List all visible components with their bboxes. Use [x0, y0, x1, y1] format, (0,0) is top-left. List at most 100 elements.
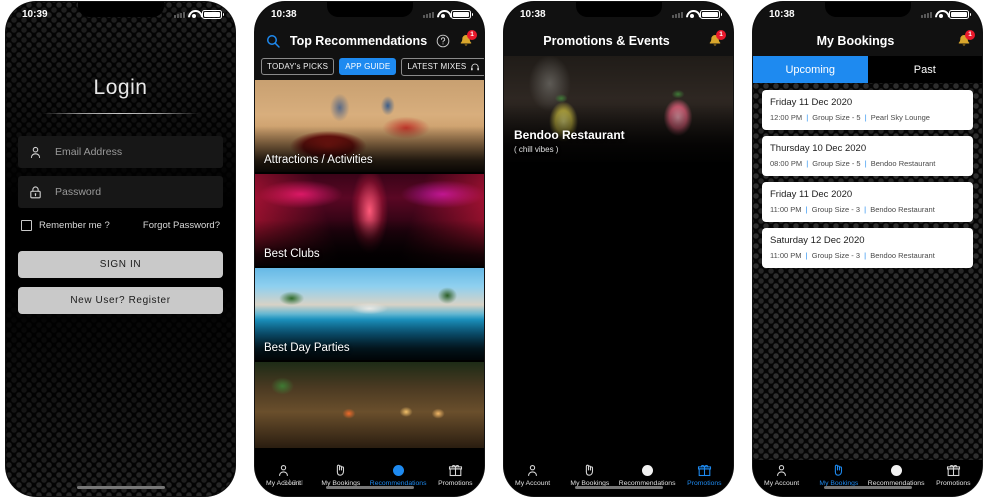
signal-icon	[423, 11, 434, 18]
tab-promotions[interactable]: Promotions	[676, 463, 732, 487]
booking-time: 11:00 PM	[770, 205, 802, 214]
title-divider	[42, 113, 199, 114]
page-title: Promotions & Events	[543, 34, 670, 48]
status-time: 10:38	[520, 8, 546, 20]
booking-card[interactable]: Saturday 12 Dec 2020 11:00 PM | Group Si…	[762, 228, 973, 268]
sign-in-button[interactable]: SIGN IN	[18, 251, 223, 278]
bookings-area: Friday 11 Dec 2020 12:00 PM | Group Size…	[753, 83, 982, 460]
battery-icon	[700, 9, 722, 19]
status-icons	[921, 9, 971, 19]
person-icon	[275, 463, 292, 478]
tab-my-account[interactable]: My Account	[505, 463, 561, 487]
tab-my-bookings[interactable]: My Bookings	[562, 463, 618, 487]
booking-group: Group Size - 3	[811, 251, 861, 260]
email-placeholder: Email Address	[55, 146, 123, 158]
booking-date: Friday 11 Dec 2020	[770, 97, 853, 108]
booking-venue: Bendoo Restaurant	[870, 251, 935, 260]
circle-dot-icon	[390, 463, 407, 478]
tab-my-bookings[interactable]: My Bookings	[811, 463, 867, 487]
notification-bell[interactable]: 1	[707, 30, 726, 49]
search-icon[interactable]	[265, 33, 281, 49]
password-field[interactable]: Password	[18, 176, 223, 208]
booking-card[interactable]: Friday 11 Dec 2020 11:00 PM | Group Size…	[762, 182, 973, 222]
booking-hand-icon	[332, 463, 349, 478]
tab-promotions[interactable]: Promotions	[427, 463, 483, 487]
remember-row: Remember me ? Forgot Password?	[18, 220, 223, 231]
page-title: Top Recommendations	[289, 34, 428, 48]
notification-badge: 1	[716, 30, 726, 40]
chip-app-guide[interactable]: APP GUIDE	[339, 58, 397, 75]
register-button[interactable]: New User? Register	[18, 287, 223, 314]
phone-login: 10:39 Login Email Address Password Remem…	[6, 2, 235, 496]
phone-promotions: 10:38 Promotions & Events 1 Bendoo Resta…	[504, 2, 733, 496]
separator: |	[864, 205, 867, 214]
chip-todays-picks[interactable]: TODAY's PICKS	[261, 58, 335, 75]
booking-meta: 11:00 PM | Group Size - 3 | Bendoo Resta…	[770, 205, 965, 214]
status-time: 10:38	[271, 8, 297, 20]
lock-icon	[28, 185, 43, 200]
checkbox-box	[21, 220, 32, 231]
booking-venue: Bendoo Restaurant	[870, 159, 936, 168]
filter-chips: TODAY's PICKS APP GUIDE LATEST MIXES	[255, 56, 484, 80]
tab-bar: My Account My Bookings Recommendations P…	[504, 460, 733, 496]
hero-subtitle: ( chill vibes )	[514, 145, 559, 154]
booking-card[interactable]: Thursday 10 Dec 2020 08:00 PM | Group Si…	[762, 136, 973, 176]
notch	[326, 2, 413, 17]
tab-recommendations[interactable]: Recommendations	[619, 463, 675, 487]
notch	[824, 2, 911, 17]
separator: |	[805, 251, 808, 260]
chip-latest-mixes[interactable]: LATEST MIXES	[401, 57, 484, 76]
tab-my-bookings[interactable]: My Bookings	[313, 463, 369, 487]
help-circle-icon[interactable]	[436, 34, 450, 48]
card-label: Best Day Parties	[264, 342, 350, 354]
booking-card[interactable]: Friday 11 Dec 2020 12:00 PM | Group Size…	[762, 90, 973, 130]
tab-promotions[interactable]: Promotions	[925, 463, 981, 487]
tab-recommendations[interactable]: Recommendations	[868, 463, 924, 487]
forgot-password-link[interactable]: Forgot Password?	[143, 220, 220, 231]
separator: |	[806, 113, 809, 122]
booking-meta: 12:00 PM | Group Size - 5 | Pearl Sky Lo…	[770, 113, 965, 122]
card-label: Best Clubs	[264, 248, 320, 260]
booking-hand-icon	[581, 463, 598, 478]
gift-icon	[696, 463, 713, 478]
tab-label: My Account	[764, 480, 800, 487]
notification-bell[interactable]: 1	[956, 30, 975, 49]
remember-me-checkbox[interactable]: Remember me ?	[21, 220, 110, 231]
wifi-icon	[188, 10, 199, 18]
notification-bell[interactable]: 1	[458, 30, 477, 49]
app-bar: Promotions & Events 1	[504, 26, 733, 56]
recommendation-card-list[interactable]: Attractions / Activities Best Clubs Best…	[255, 80, 484, 460]
booking-group: Group Size - 5	[812, 113, 861, 122]
hero-title: Bendoo Restaurant	[514, 128, 625, 142]
bookings-screen: 10:38 My Bookings 1 Upcoming Past Friday…	[753, 2, 982, 496]
booking-meta: 08:00 PM | Group Size - 5 | Bendoo Resta…	[770, 159, 965, 168]
email-field[interactable]: Email Address	[18, 136, 223, 168]
status-icons	[672, 9, 722, 19]
booking-date: Saturday 12 Dec 2020	[770, 235, 865, 246]
gift-icon	[945, 463, 962, 478]
separator: |	[864, 113, 867, 122]
booking-group: Group Size - 5	[812, 159, 861, 168]
segment-past[interactable]: Past	[867, 56, 982, 83]
promotion-hero-card[interactable]: Bendoo Restaurant ( chill vibes )	[504, 56, 733, 162]
booking-date: Friday 11 Dec 2020	[770, 189, 853, 200]
promotions-empty-area	[504, 162, 733, 460]
recommendation-card[interactable]: Best Clubs	[255, 174, 484, 266]
tab-recommendations[interactable]: Recommendations	[370, 463, 426, 487]
tab-my-account[interactable]: My Account	[754, 463, 810, 487]
separator: |	[864, 159, 867, 168]
signal-icon	[174, 11, 185, 18]
chip-label: TODAY's PICKS	[267, 62, 329, 71]
page-title: Login	[93, 76, 148, 99]
recommendation-card[interactable]: Attractions / Activities	[255, 80, 484, 172]
card-label: Attractions / Activities	[264, 154, 373, 166]
recommendation-card[interactable]	[255, 362, 484, 448]
remember-me-label: Remember me ?	[39, 220, 110, 231]
login-screen: 10:39 Login Email Address Password Remem…	[6, 2, 235, 496]
notch	[575, 2, 662, 17]
screenshot-stage: 10:39 Login Email Address Password Remem…	[0, 0, 988, 502]
recommendation-card[interactable]: Best Day Parties	[255, 268, 484, 360]
segment-upcoming[interactable]: Upcoming	[753, 56, 868, 83]
user-icon	[28, 145, 43, 160]
home-indicator	[76, 486, 165, 489]
